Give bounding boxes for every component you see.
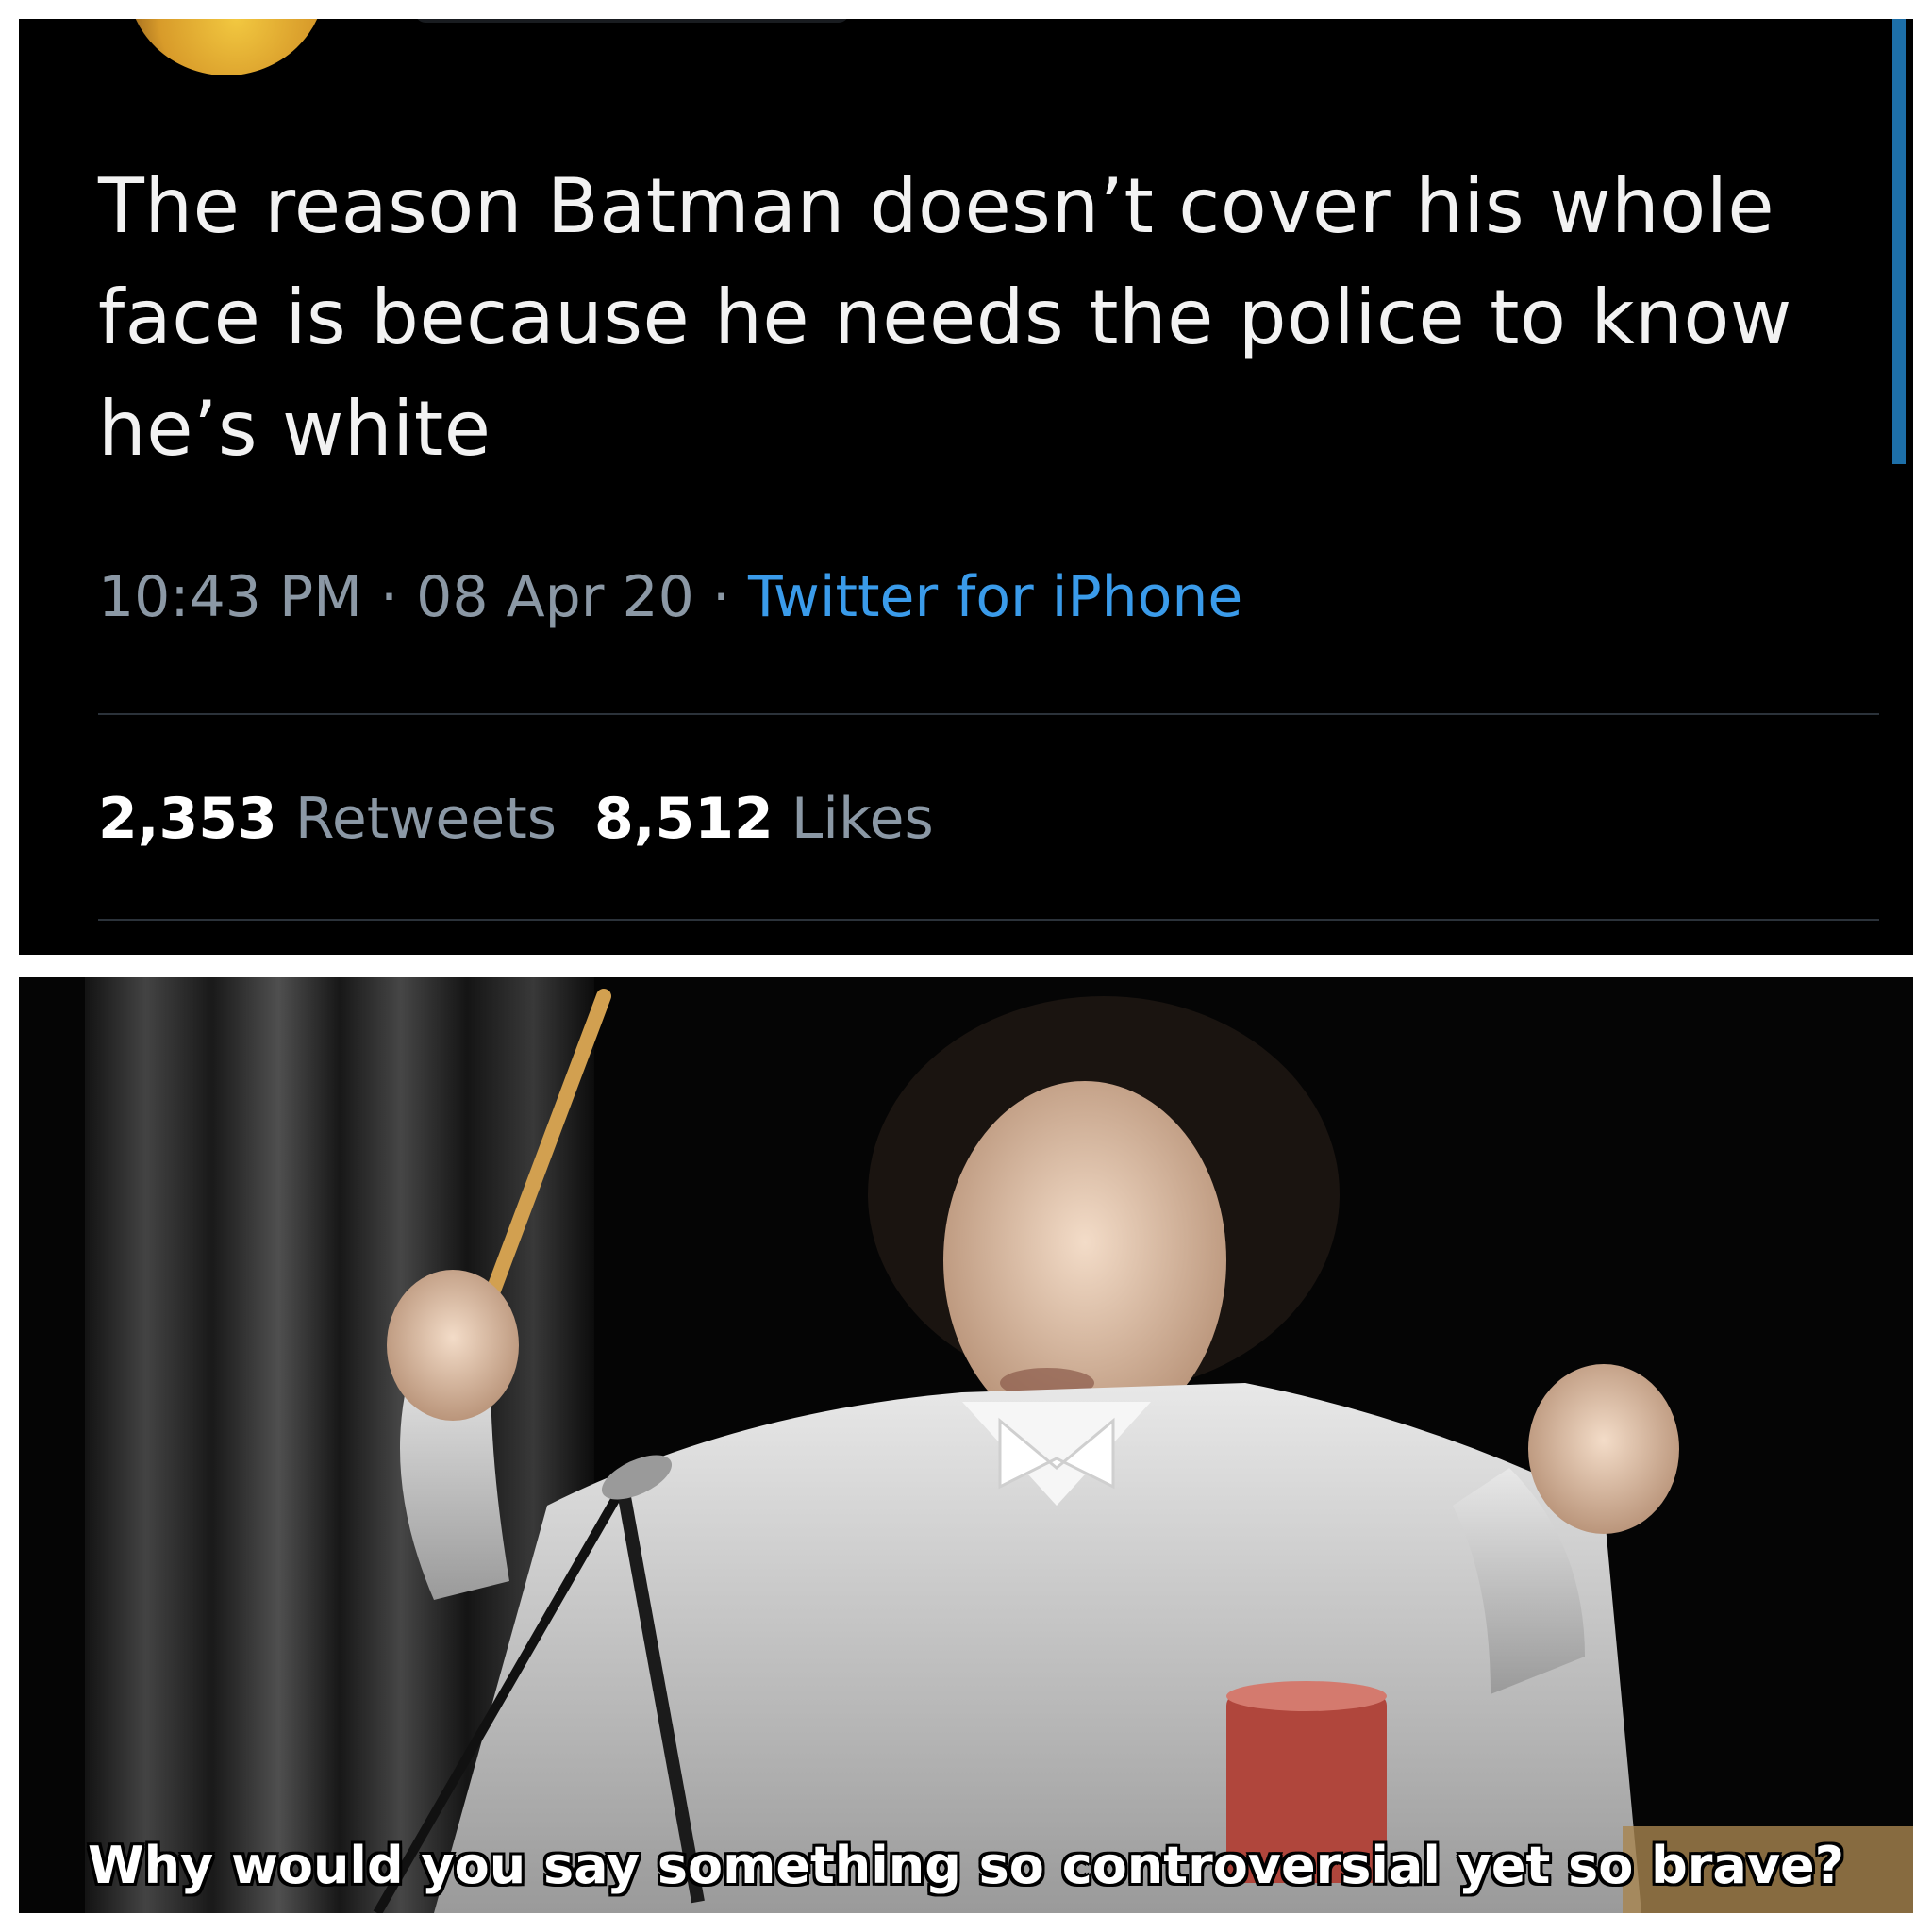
meta-separator: · [711, 564, 730, 630]
meta-separator: · [380, 564, 399, 630]
meme-illustration [19, 977, 1913, 1913]
left-hand [387, 1270, 519, 1421]
retweets-label: Retweets [294, 786, 557, 852]
tweet-stats: 2,353 Retweets 8,512 Likes [98, 785, 934, 853]
tweet-date: 08 Apr 20 [416, 564, 694, 630]
meme-canvas: The reason Batman doesn’t cover his whol… [0, 0, 1932, 1932]
tweet-meta: 10:43 PM · 08 Apr 20 · Twitter for iPhon… [98, 564, 1242, 630]
likes-label: Likes [791, 786, 934, 852]
tweet-source-link[interactable]: Twitter for iPhone [748, 564, 1242, 630]
scroll-indicator [1892, 19, 1906, 464]
right-hand [1528, 1364, 1679, 1534]
retweets-count: 2,353 [98, 786, 277, 852]
likes-count: 8,512 [594, 786, 774, 852]
tweet-card: The reason Batman doesn’t cover his whol… [19, 19, 1913, 955]
tweet-time: 10:43 PM [98, 564, 362, 630]
meme-image: Why would you say something so controver… [19, 977, 1913, 1913]
meme-caption: Why would you say something so controver… [88, 1836, 1844, 1895]
divider [98, 919, 1879, 921]
divider [98, 713, 1879, 715]
account-handle-cropped [415, 19, 849, 23]
likes-stat[interactable]: 8,512 Likes [594, 786, 934, 852]
tweet-text: The reason Batman doesn’t cover his whol… [98, 162, 1792, 473]
retweets-stat[interactable]: 2,353 Retweets [98, 786, 557, 852]
avatar[interactable] [127, 19, 325, 75]
